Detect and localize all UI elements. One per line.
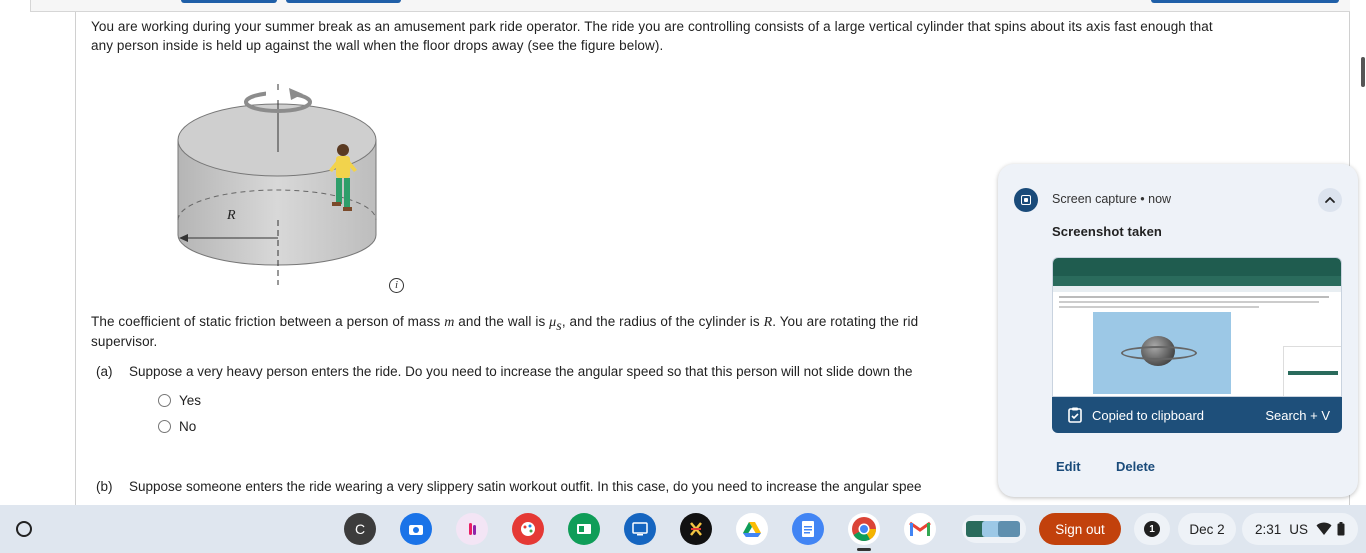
chrome-active-indicator [857,548,871,551]
radius-symbol: R [763,315,773,330]
holding-space-tray[interactable] [962,515,1026,543]
clock-label: 2:31 [1254,521,1282,537]
thumb-browser-tabs [1053,258,1341,276]
top-button-3[interactable] [1151,0,1339,3]
thumb-address-bar [1053,276,1341,286]
scrollbar-thumb[interactable] [1361,57,1365,87]
edit-button[interactable]: Edit [1056,459,1081,474]
top-button-1[interactable] [181,0,277,3]
thumb-ring [1121,346,1197,360]
battery-icon [1337,522,1345,536]
info-icon[interactable]: i [389,278,404,293]
option-yes-label: Yes [179,393,202,408]
page-top-strip [30,0,1350,12]
thumb-image [1093,312,1231,394]
account-letter: C [354,521,366,537]
clipboard-check-icon [1066,406,1084,424]
chevron-up-icon [1325,197,1335,203]
launcher-button[interactable] [10,515,38,543]
notification-title: Screenshot taken [1052,224,1162,239]
clipboard-shortcut: Search + V [1265,407,1330,423]
thumb-side-bar [1288,371,1338,375]
docs-app-icon[interactable] [792,513,824,545]
part-a-question: (a) Suppose a very heavy person enters th… [96,364,912,379]
thumb-text-line [1059,306,1259,308]
launcher-icon [16,521,32,537]
option-yes[interactable]: Yes [158,393,201,408]
date-tray[interactable]: Dec 2 [1178,513,1236,545]
friction-text-part1: The coefficient of static friction betwe… [91,314,445,329]
radio-no[interactable] [158,420,171,433]
drive-app-icon[interactable] [736,513,768,545]
screenshot-thumbnail[interactable] [1052,257,1342,397]
chrome-app-icon[interactable] [848,513,880,545]
cast-app-icon[interactable] [624,513,656,545]
mass-symbol: m [444,315,455,330]
account-c-icon[interactable]: C [344,513,376,545]
spinning-cylinder-figure [177,84,377,285]
thumb-text-line [1059,301,1319,303]
notification-separator: • [1140,192,1145,206]
holding-space-thumb-3 [998,521,1020,537]
hand-app-icon[interactable] [456,513,488,545]
friction-text-part3: , and the radius of the cylinder is [561,314,764,329]
palette-app-icon[interactable] [512,513,544,545]
clipboard-banner[interactable]: Copied to clipboard Search + V [1052,397,1342,433]
part-a-tag: (a) [96,364,113,379]
status-tray[interactable]: 2:31 US [1242,513,1358,545]
thumb-text-line [1059,296,1329,298]
radius-label: R [227,208,236,223]
shelf: C Sign out 1 Dec 2 2:31 US [0,505,1366,553]
intro-text-line1: You are working during your summer break… [91,19,1213,34]
collapse-notification-button[interactable] [1318,188,1342,212]
screen: You are working during your summer break… [0,0,1366,553]
friction-text-part4: . You are rotating the rid [772,314,919,329]
sign-out-button[interactable]: Sign out [1039,513,1121,545]
top-button-2[interactable] [286,0,401,3]
option-no[interactable]: No [158,419,196,434]
classroom-app-icon[interactable] [568,513,600,545]
notification-time: now [1148,192,1172,206]
thumb-side-panel [1283,346,1341,396]
notification-app-name: Screen capture [1052,192,1137,206]
notification-source: Screen capture • now [1052,192,1171,206]
notification-count-badge: 1 [1144,521,1160,537]
friction-text-part2: and the wall is [454,314,550,329]
thumb-toolbar [1053,286,1341,292]
part-a-text: Suppose a very heavy person enters the r… [129,364,913,379]
part-b-tag: (b) [96,479,113,494]
notification-tray[interactable]: 1 [1134,513,1170,545]
screenshot-notification: Screen capture • now Screenshot taken Co… [998,164,1358,497]
date-label: Dec 2 [1189,521,1225,537]
part-b-question: (b) Suppose someone enters the ride weari… [96,479,921,494]
radio-yes[interactable] [158,394,171,407]
wifi-icon [1316,522,1332,535]
intro-text-line2: any person inside is held up against the… [91,38,664,53]
option-no-label: No [179,419,197,434]
gmail-app-icon[interactable] [904,513,936,545]
locale-label: US [1289,521,1309,537]
clipboard-label: Copied to clipboard [1092,407,1205,423]
part-b-text: Suppose someone enters the ride wearing … [129,479,922,494]
camera-app-icon[interactable] [400,513,432,545]
delete-button[interactable]: Delete [1116,459,1155,474]
screen-capture-icon [1014,188,1038,212]
kami-app-icon[interactable] [680,513,712,545]
